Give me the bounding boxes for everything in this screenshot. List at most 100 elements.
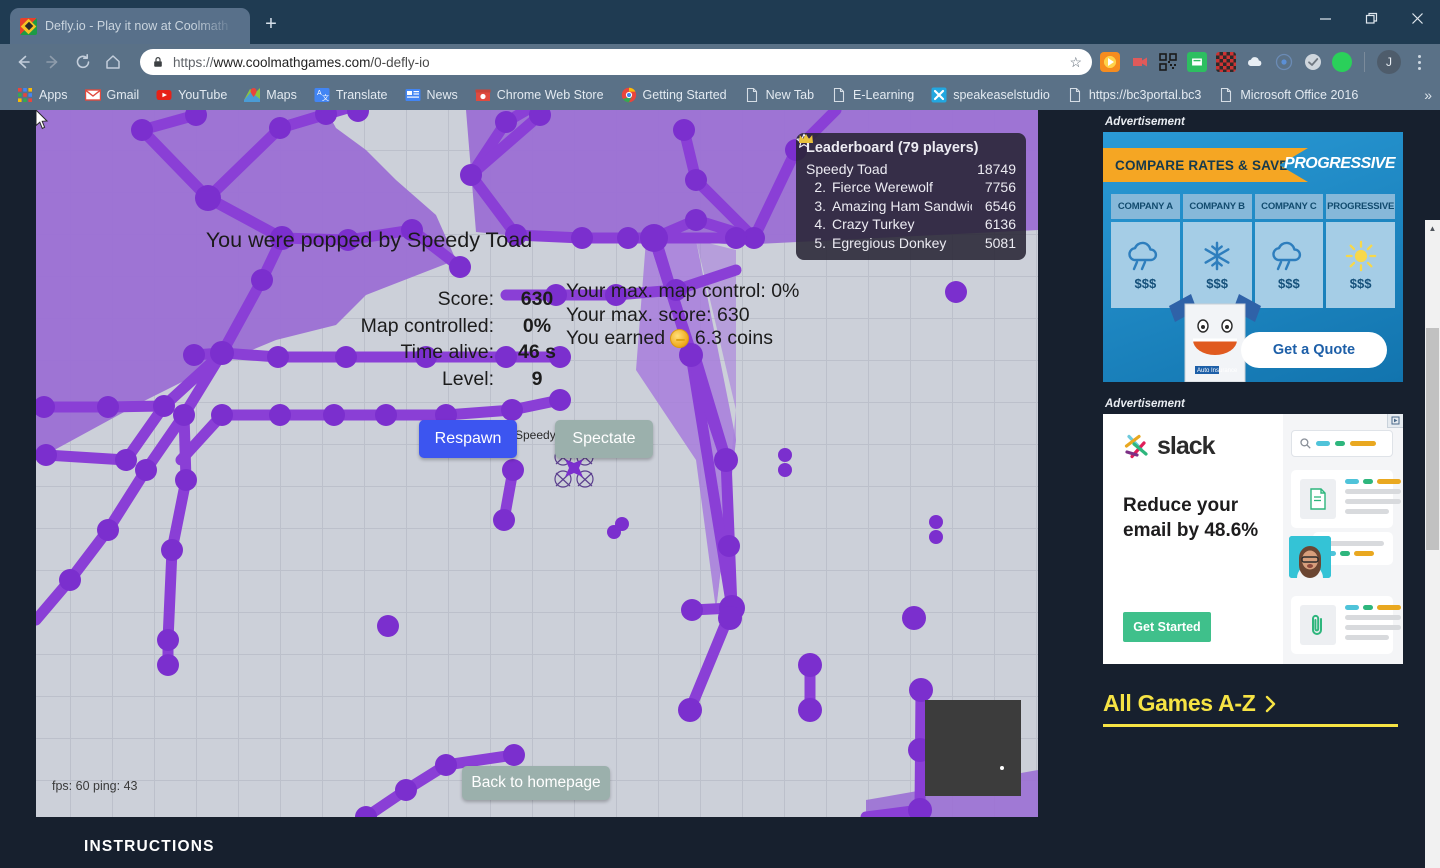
all-games-section: All Games A-Z — [1103, 690, 1425, 727]
progressive-logo: PROGRESSIVE — [1284, 155, 1395, 172]
game-canvas[interactable]: Leaderboard (79 players) Speedy Toad 187… — [36, 110, 1038, 817]
advertisement-label: Advertisement — [1105, 398, 1185, 410]
slack-advertisement[interactable]: slack Reduce your email by 48.6% Get Sta… — [1103, 414, 1403, 664]
browser-titlebar: Defly.io - Play it now at Coolmath + — [0, 0, 1440, 44]
bookmark-label: Translate — [335, 88, 388, 102]
forward-arrow-icon[interactable] — [38, 47, 68, 77]
bookmark-e-learning[interactable]: E-Learning — [824, 84, 921, 106]
translate-icon: A文 — [314, 87, 330, 103]
reload-icon[interactable] — [68, 47, 98, 77]
advertisement-label: Advertisement — [1105, 116, 1185, 128]
url-path: /0-defly-io — [370, 54, 430, 70]
progressive-advertisement[interactable]: COMPARE RATES & SAVE PROGRESSIVE COMPANY… — [1103, 132, 1403, 382]
extension-media-player-icon[interactable] — [1100, 52, 1120, 72]
extension-green-dot-icon[interactable] — [1332, 52, 1352, 72]
chrome-menu-icon[interactable] — [1410, 54, 1428, 70]
game-max-stats: Your max. map control: 0% Your max. scor… — [566, 280, 799, 351]
get-a-quote-button[interactable]: Get a Quote — [1241, 332, 1387, 368]
all-games-link[interactable]: All Games A-Z — [1103, 690, 1425, 717]
stat-label: Map controlled: — [360, 314, 494, 337]
chrome-web-store-icon — [475, 87, 491, 103]
sidebar-ads: Advertisement COMPARE RATES & SAVE PROGR… — [1085, 110, 1425, 868]
progressive-comparison-grid: COMPANY A $$$ COMPANY B $$$ COMPANY C $$… — [1111, 194, 1395, 308]
bookmark-label: Gmail — [106, 88, 140, 102]
max-map-control: Your max. map control: 0% — [566, 280, 800, 302]
bookmark-translate[interactable]: A文 Translate — [307, 84, 395, 106]
back-arrow-icon[interactable] — [8, 47, 38, 77]
chevron-right-icon — [1266, 695, 1276, 712]
url-scheme: https:// — [173, 54, 214, 70]
page-icon — [831, 87, 847, 103]
maps-icon — [244, 87, 261, 103]
bookmark-label: YouTube — [178, 88, 228, 102]
bookmark-apps[interactable]: Apps — [10, 84, 75, 106]
price-label: $$$ — [1278, 275, 1300, 291]
mouse-cursor — [36, 110, 49, 130]
bookmark-bc3portal[interactable]: https://bc3portal.bc3 — [1060, 84, 1209, 106]
page-scrollbar[interactable]: ▲ ▼ — [1425, 220, 1440, 868]
browser-toolbar: https://www.coolmathgames.com/0-defly-io… — [0, 44, 1440, 80]
slack-hash-icon — [1124, 434, 1148, 459]
bookmarks-overflow-button[interactable]: » — [1424, 87, 1432, 103]
svg-text:文: 文 — [322, 93, 329, 102]
scroll-up-arrow-icon[interactable]: ▲ — [1425, 220, 1440, 236]
snowflake-icon — [1204, 241, 1230, 270]
slack-message-card — [1291, 596, 1401, 654]
tab-title: Defly.io - Play it now at Coolmath — [45, 19, 229, 33]
leaderboard-player-name: Speedy Toad — [806, 161, 888, 177]
bookmark-label: News — [426, 88, 458, 102]
extension-qr-code-icon[interactable] — [1158, 52, 1178, 72]
fps-ping-hud: fps: 60 ping: 43 — [52, 779, 138, 793]
extension-target-icon[interactable] — [1274, 52, 1294, 72]
stat-value: 630 — [520, 288, 554, 310]
respawn-button[interactable]: Respawn — [419, 420, 517, 458]
box-label: Auto Insurance — [1197, 368, 1238, 374]
bookmark-new-tab[interactable]: New Tab — [737, 84, 821, 106]
extension-evernote-icon[interactable] — [1187, 52, 1207, 72]
extension-video-icon[interactable] — [1129, 52, 1149, 72]
spectate-button[interactable]: Spectate — [555, 420, 653, 458]
coin-icon — [670, 329, 690, 348]
stat-row-time-alive: Time alive: 46 s — [236, 339, 566, 366]
bookmark-speakeaselstudio[interactable]: speakeaselstudio — [924, 84, 1057, 106]
home-icon[interactable] — [98, 47, 128, 77]
bookmark-news[interactable]: News — [398, 84, 465, 106]
back-to-homepage-button[interactable]: Back to homepage — [462, 766, 610, 800]
stat-label: Time alive: — [400, 341, 494, 363]
lock-icon — [154, 57, 162, 67]
bookmark-gmail[interactable]: Gmail — [78, 84, 147, 106]
bookmark-maps[interactable]: Maps — [237, 84, 304, 106]
extension-pixels-icon[interactable] — [1216, 52, 1236, 72]
new-tab-button[interactable]: + — [258, 12, 284, 38]
url-host: www.coolmathgames.com — [213, 54, 371, 70]
bookmark-star-icon[interactable]: ☆ — [1069, 54, 1082, 71]
extension-cloud-icon[interactable] — [1245, 52, 1265, 72]
bookmark-microsoft-office[interactable]: Microsoft Office 2016 — [1211, 84, 1365, 106]
maximize-icon[interactable] — [1348, 0, 1394, 36]
browser-tab[interactable]: Defly.io - Play it now at Coolmath — [10, 8, 250, 44]
slack-ad-left: slack Reduce your email by 48.6% Get Sta… — [1103, 414, 1283, 664]
profile-avatar[interactable]: J — [1377, 50, 1401, 74]
extension-check-icon[interactable] — [1303, 52, 1323, 72]
bookmark-label: New Tab — [765, 88, 815, 102]
toolbar-divider — [1364, 52, 1365, 72]
get-started-button[interactable]: Get Started — [1123, 612, 1211, 642]
close-icon[interactable] — [1394, 0, 1440, 36]
leaderboard-player-name: Amazing Ham Sandwich — [832, 197, 972, 214]
bookmark-getting-started[interactable]: Getting Started — [614, 84, 734, 106]
minimize-icon[interactable] — [1302, 0, 1348, 36]
bookmark-youtube[interactable]: YouTube — [149, 84, 234, 106]
slack-message-card — [1291, 470, 1401, 528]
leaderboard-player-score: 18749 — [977, 161, 1016, 177]
stat-row-map-controlled: Map controlled: 0% — [236, 313, 566, 340]
minimap[interactable] — [925, 700, 1021, 796]
address-bar[interactable]: https://www.coolmathgames.com/0-defly-io… — [140, 49, 1092, 75]
extensions-toolbar: J — [1100, 50, 1432, 74]
bookmark-chrome-web-store[interactable]: Chrome Web Store — [468, 84, 611, 106]
adchoices-icon[interactable] — [1387, 414, 1403, 428]
page-icon — [744, 87, 760, 103]
leaderboard-player-name: Fierce Werewolf — [832, 179, 933, 196]
bookmark-label: speakeaselstudio — [953, 88, 1050, 102]
scrollbar-thumb[interactable] — [1426, 328, 1439, 550]
slack-headline: Reduce your email by 48.6% — [1123, 495, 1259, 541]
